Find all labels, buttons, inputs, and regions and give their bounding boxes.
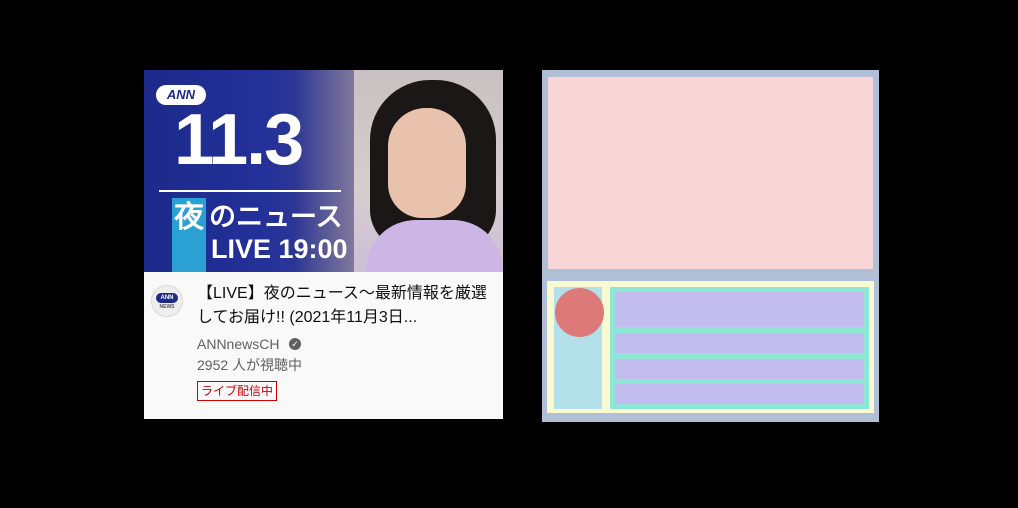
- video-thumbnail[interactable]: ANN 11.3 夜 のニュース LIVE 19:00: [144, 70, 503, 272]
- verified-check-icon: ✓: [289, 338, 301, 350]
- thumbnail-yoru: 夜: [174, 201, 204, 234]
- wireframe-meta-line: [615, 359, 864, 379]
- wireframe-channel-line: [615, 333, 864, 353]
- thumbnail-live-time: LIVE 19:00: [211, 234, 348, 264]
- channel-name[interactable]: ANNnewsCH: [197, 334, 279, 354]
- viewer-count: 2952 人が視聴中: [197, 357, 303, 373]
- wireframe-title-block: [615, 292, 864, 327]
- avatar-logo: ANN: [156, 293, 178, 303]
- live-badge: ライブ配信中: [197, 381, 278, 401]
- thumbnail-divider: [159, 190, 341, 192]
- wireframe-details: [547, 281, 874, 413]
- wireframe-avatar: [555, 288, 604, 337]
- avatar-subtext: NEWS: [159, 304, 175, 310]
- wireframe-card: [542, 70, 879, 422]
- video-card[interactable]: ANN 11.3 夜 のニュース LIVE 19:00 ANN NEWS 【LI…: [144, 70, 503, 419]
- video-title[interactable]: 【LIVE】夜のニュース～最新情報を厳選してお届け!! (2021年11月3日.…: [197, 282, 487, 330]
- wireframe-thumbnail: [548, 77, 873, 269]
- channel-avatar[interactable]: ANN NEWS: [151, 285, 183, 317]
- wireframe-badge-line: [615, 384, 864, 404]
- thumbnail-program-name: のニュース: [209, 202, 343, 232]
- thumbnail-date: 11.3: [174, 100, 304, 180]
- wireframe-text-column: [610, 287, 869, 409]
- anchor-face: [388, 108, 466, 218]
